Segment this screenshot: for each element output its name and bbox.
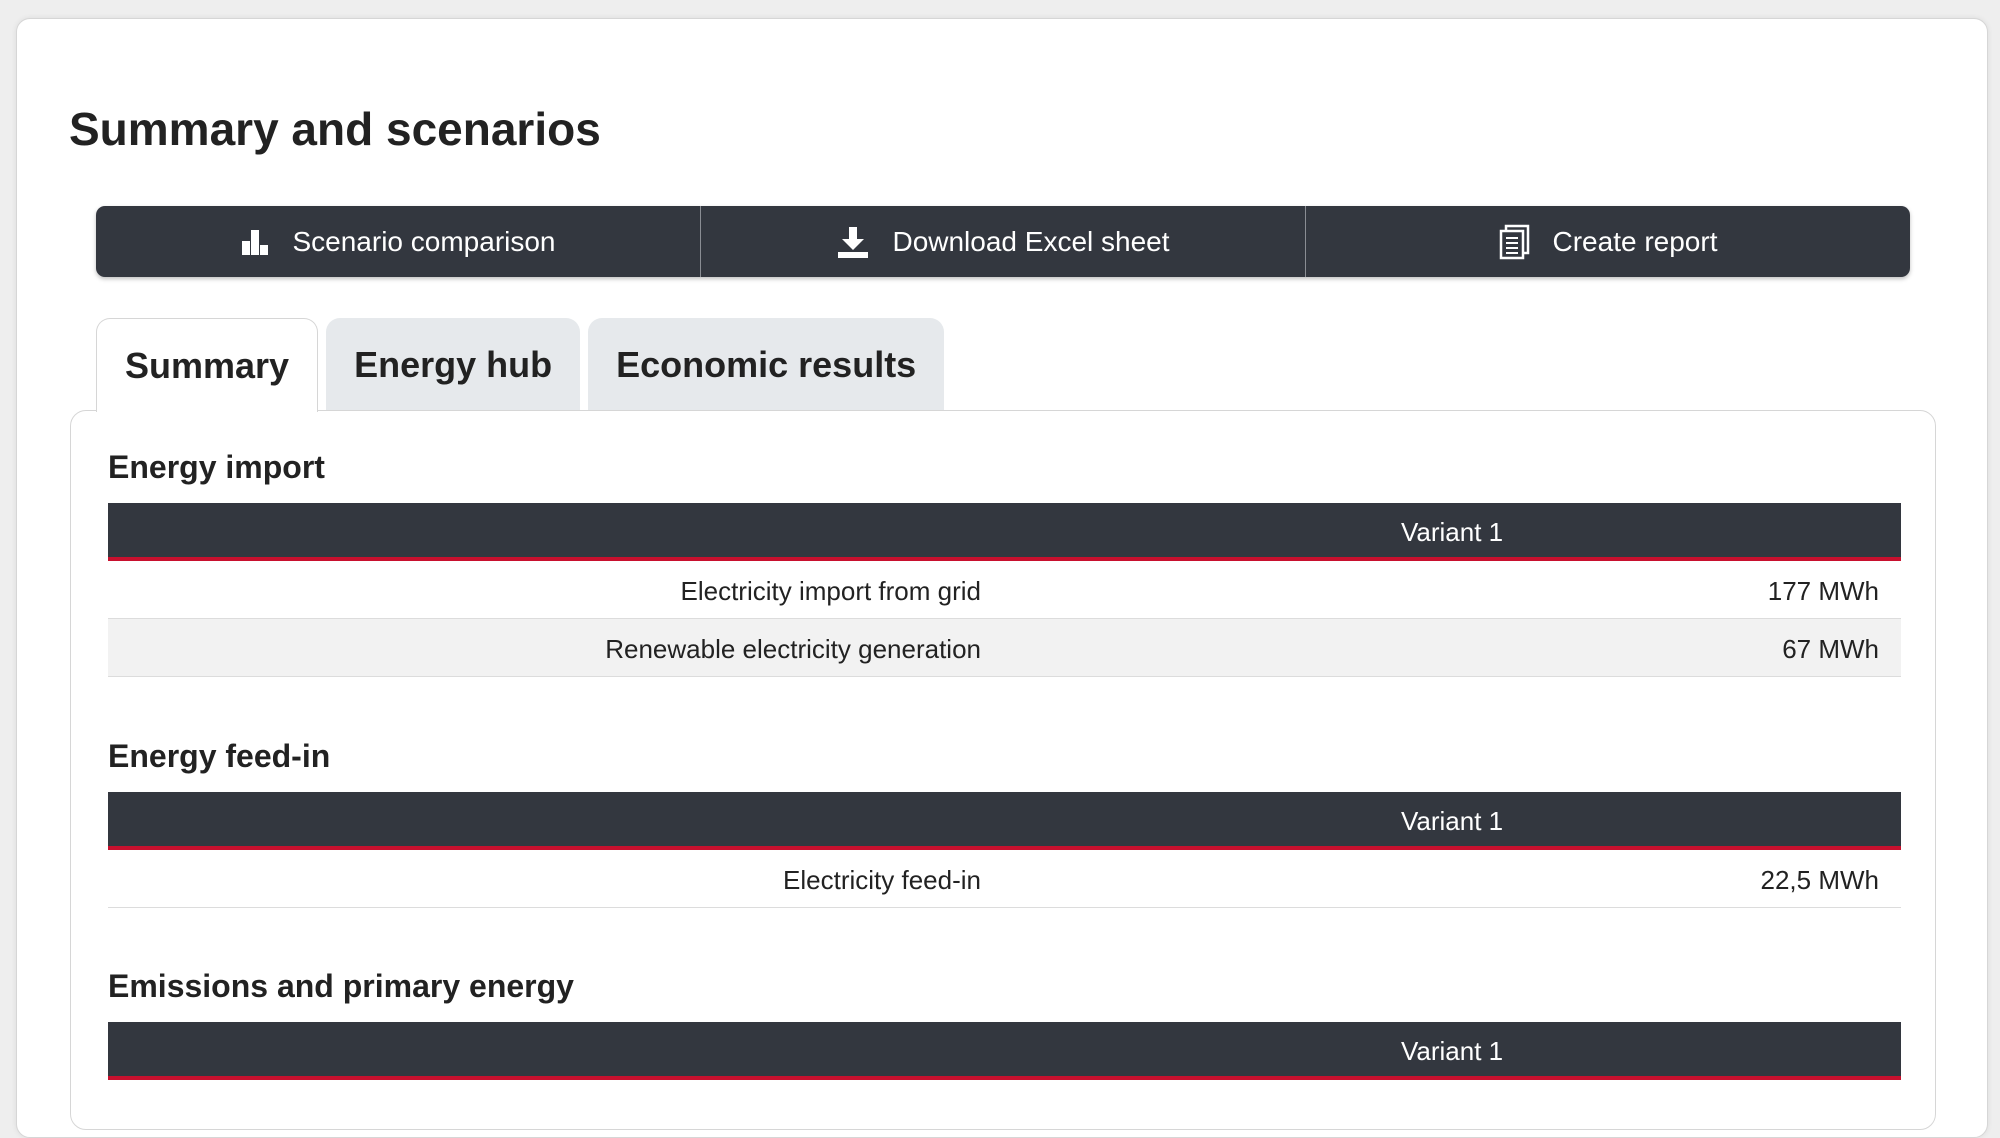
row-label: Electricity import from grid <box>680 576 982 606</box>
emissions-title: Emissions and primary energy <box>108 968 574 1004</box>
table-header: Variant 1 <box>108 792 1901 850</box>
energy-import-table: Variant 1 Electricity import from grid 1… <box>108 503 1901 677</box>
tab-summary[interactable]: Summary <box>96 318 319 412</box>
tab-energy-hub[interactable]: Energy hub <box>326 318 581 411</box>
report-icon <box>1499 224 1531 260</box>
emissions-table: Variant 1 <box>108 1022 1901 1080</box>
column-header: Variant 1 <box>1401 806 1504 836</box>
table-row: Electricity import from grid 177 MWh <box>108 561 1901 619</box>
create-report-label: Create report <box>1552 225 1718 257</box>
scenario-comparison-label: Scenario comparison <box>292 225 556 257</box>
scenario-comparison-button[interactable]: Scenario comparison <box>96 206 701 277</box>
tab-economic-results[interactable]: Economic results <box>588 318 945 411</box>
row-label: Electricity feed-in <box>783 865 981 895</box>
energy-import-title: Energy import <box>108 449 325 485</box>
table-row: Electricity feed-in 22,5 MWh <box>108 850 1901 908</box>
energy-feed-in-title: Energy feed-in <box>108 738 331 774</box>
row-value: 177 MWh <box>1767 576 1879 606</box>
row-value: 22,5 MWh <box>1760 865 1880 895</box>
row-label: Renewable electricity generation <box>605 634 981 664</box>
column-header: Variant 1 <box>1401 1036 1504 1066</box>
summary-panel: Energy import Variant 1 Electricity impo… <box>70 410 1936 1130</box>
action-toolbar: Scenario comparison Download Excel sheet… <box>96 206 1910 277</box>
table-header: Variant 1 <box>108 1022 1901 1080</box>
energy-feed-in-table: Variant 1 Electricity feed-in 22,5 MWh <box>108 792 1901 908</box>
bar-chart-icon <box>240 227 270 257</box>
row-value: 67 MWh <box>1782 634 1879 664</box>
page-title: Summary and scenarios <box>69 103 601 155</box>
table-header: Variant 1 <box>108 503 1901 561</box>
tab-bar: Summary Energy hub Economic results <box>96 318 945 412</box>
create-report-button[interactable]: Create report <box>1306 206 1910 277</box>
column-header: Variant 1 <box>1401 517 1504 547</box>
download-icon <box>836 225 870 259</box>
download-excel-label: Download Excel sheet <box>892 225 1170 257</box>
download-excel-button[interactable]: Download Excel sheet <box>701 206 1306 277</box>
table-row: Renewable electricity generation 67 MWh <box>108 619 1901 677</box>
